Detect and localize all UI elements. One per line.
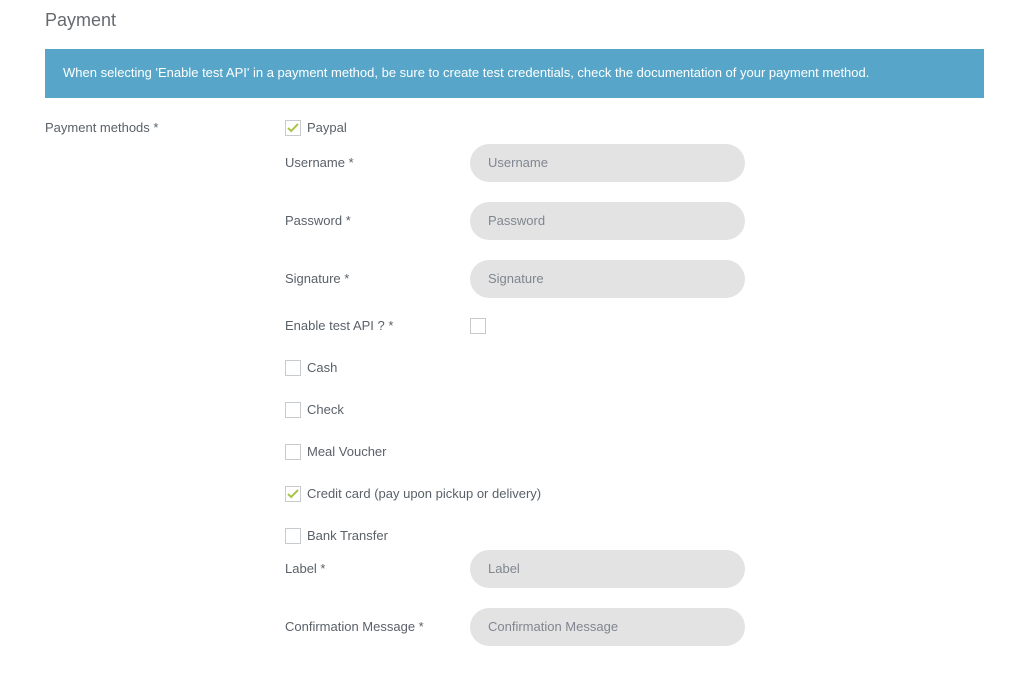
- paypal-checkbox[interactable]: [285, 120, 301, 136]
- paypal-testapi-checkbox[interactable]: [470, 318, 486, 334]
- payment-methods-row: Payment methods * Paypal Username * Pass…: [45, 120, 984, 666]
- paypal-option[interactable]: Paypal: [285, 120, 984, 136]
- credit-card-checkbox[interactable]: [285, 486, 301, 502]
- paypal-password-label: Password *: [285, 213, 470, 228]
- info-alert: When selecting 'Enable test API' in a pa…: [45, 49, 984, 98]
- bank-confirmation-input[interactable]: [470, 608, 745, 646]
- bank-confirmation-label: Confirmation Message *: [285, 619, 470, 634]
- paypal-username-label: Username *: [285, 155, 470, 170]
- meal-voucher-checkbox[interactable]: [285, 444, 301, 460]
- paypal-testapi-row: Enable test API ? *: [285, 318, 984, 334]
- paypal-username-input[interactable]: [470, 144, 745, 182]
- payment-methods-content: Paypal Username * Password * Signature *…: [285, 120, 984, 666]
- cash-label: Cash: [307, 360, 337, 375]
- meal-voucher-label: Meal Voucher: [307, 444, 387, 459]
- bank-transfer-option[interactable]: Bank Transfer: [285, 528, 984, 544]
- payment-methods-label: Payment methods *: [45, 120, 285, 135]
- paypal-signature-label: Signature *: [285, 271, 470, 286]
- page-title: Payment: [45, 10, 984, 31]
- paypal-password-row: Password *: [285, 202, 984, 240]
- paypal-label: Paypal: [307, 120, 347, 135]
- bank-confirmation-row: Confirmation Message *: [285, 608, 984, 646]
- bank-label-input[interactable]: [470, 550, 745, 588]
- paypal-signature-input[interactable]: [470, 260, 745, 298]
- paypal-password-input[interactable]: [470, 202, 745, 240]
- credit-card-option[interactable]: Credit card (pay upon pickup or delivery…: [285, 486, 984, 502]
- paypal-username-row: Username *: [285, 144, 984, 182]
- check-option[interactable]: Check: [285, 402, 984, 418]
- bank-transfer-label: Bank Transfer: [307, 528, 388, 543]
- bank-label-field-label: Label *: [285, 561, 470, 576]
- credit-card-label: Credit card (pay upon pickup or delivery…: [307, 486, 541, 501]
- paypal-testapi-label: Enable test API ? *: [285, 318, 470, 333]
- paypal-signature-row: Signature *: [285, 260, 984, 298]
- check-checkbox[interactable]: [285, 402, 301, 418]
- cash-checkbox[interactable]: [285, 360, 301, 376]
- cash-option[interactable]: Cash: [285, 360, 984, 376]
- meal-voucher-option[interactable]: Meal Voucher: [285, 444, 984, 460]
- bank-label-row: Label *: [285, 550, 984, 588]
- check-label: Check: [307, 402, 344, 417]
- bank-transfer-checkbox[interactable]: [285, 528, 301, 544]
